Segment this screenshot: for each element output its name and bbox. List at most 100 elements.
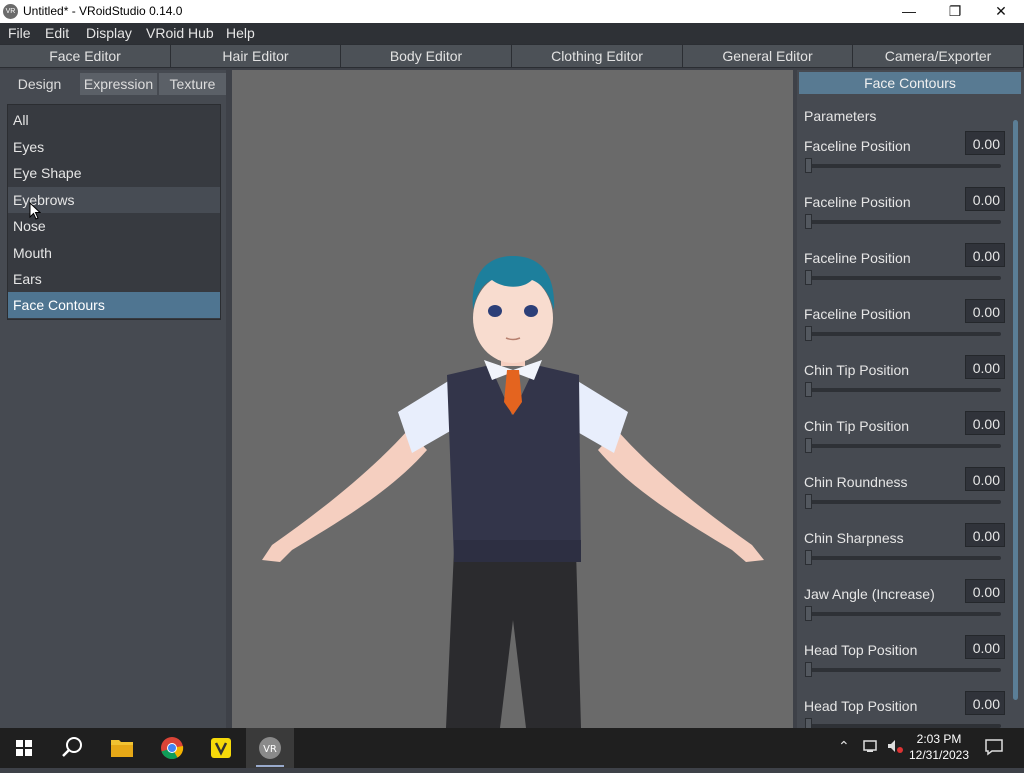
param-row: Head Top Position 0.00 xyxy=(797,691,1012,728)
subtab-texture[interactable]: Texture xyxy=(159,73,226,95)
param-slider-track[interactable] xyxy=(806,276,1001,280)
category-ears[interactable]: Ears xyxy=(8,266,220,292)
3d-viewport[interactable] xyxy=(232,70,793,728)
tab-camera-exporter[interactable]: Camera/Exporter xyxy=(853,45,1024,67)
param-slider-thumb[interactable] xyxy=(805,158,812,173)
parameters-heading: Parameters xyxy=(804,108,877,124)
network-icon[interactable] xyxy=(862,738,880,757)
vroid-hub-icon[interactable] xyxy=(197,728,245,768)
left-panel: Design Expression Texture All Eyes Eye S… xyxy=(0,70,226,728)
left-eye xyxy=(488,305,502,317)
category-all[interactable]: All xyxy=(8,107,220,133)
search-icon[interactable] xyxy=(48,728,96,768)
clock-time: 2:03 PM xyxy=(916,732,962,746)
param-slider-track[interactable] xyxy=(806,444,1001,448)
menu-file[interactable]: File xyxy=(8,25,31,41)
tab-body-editor[interactable]: Body Editor xyxy=(341,45,512,67)
tab-general-editor[interactable]: General Editor xyxy=(683,45,853,67)
maximize-button[interactable]: ❐ xyxy=(932,0,978,23)
param-slider-track[interactable] xyxy=(806,332,1001,336)
svg-text:VR: VR xyxy=(263,744,277,755)
param-slider-track[interactable] xyxy=(806,388,1001,392)
param-slider-thumb[interactable] xyxy=(805,382,812,397)
param-label: Head Top Position xyxy=(804,698,918,714)
window-title: Untitled* - VRoidStudio 0.14.0 xyxy=(23,4,183,18)
subtab-design[interactable]: Design xyxy=(0,73,79,95)
file-explorer-icon[interactable] xyxy=(98,728,146,768)
chrome-icon[interactable] xyxy=(148,728,196,768)
vroid-studio-icon[interactable]: VR xyxy=(246,728,294,768)
right-eye xyxy=(524,305,538,317)
system-clock[interactable]: 2:03 PM 12/31/2023 xyxy=(906,731,972,763)
menu-display[interactable]: Display xyxy=(86,25,132,41)
category-mouth[interactable]: Mouth xyxy=(8,240,220,266)
menu-edit[interactable]: Edit xyxy=(45,25,69,41)
param-slider-thumb[interactable] xyxy=(805,214,812,229)
param-row: Jaw Angle (Increase) 0.00 xyxy=(797,579,1012,635)
chevron-up-icon[interactable]: ⌃ xyxy=(838,738,850,755)
taskbar: VR ⌃ 2:03 PM 12/31/2023 xyxy=(0,728,1024,768)
subtab-expression[interactable]: Expression xyxy=(80,73,157,95)
close-button[interactable]: ✕ xyxy=(978,0,1024,23)
editor-tabs: Face Editor Hair Editor Body Editor Clot… xyxy=(0,44,1024,68)
param-slider-track[interactable] xyxy=(806,164,1001,168)
clock-date: 12/31/2023 xyxy=(908,748,970,762)
param-slider-thumb[interactable] xyxy=(805,606,812,621)
windows-start-icon[interactable] xyxy=(0,728,48,768)
category-eyes[interactable]: Eyes xyxy=(8,134,220,160)
param-slider-thumb[interactable] xyxy=(805,718,812,728)
menu-bar: File Edit Display VRoid Hub Help xyxy=(0,23,1024,44)
param-value-input[interactable]: 0.00 xyxy=(965,411,1005,435)
params-scrollbar[interactable] xyxy=(1013,120,1018,700)
param-slider-track[interactable] xyxy=(806,556,1001,560)
param-slider-thumb[interactable] xyxy=(805,270,812,285)
minimize-button[interactable]: — xyxy=(886,0,932,23)
notification-icon[interactable] xyxy=(984,738,1004,759)
param-slider-track[interactable] xyxy=(806,500,1001,504)
volume-muted-icon[interactable] xyxy=(886,738,904,757)
param-slider-thumb[interactable] xyxy=(805,550,812,565)
tab-face-editor[interactable]: Face Editor xyxy=(0,45,171,67)
mouse-cursor-icon xyxy=(29,202,41,220)
param-slider-track[interactable] xyxy=(806,612,1001,616)
category-eye-shape[interactable]: Eye Shape xyxy=(8,160,220,186)
param-row: Faceline Position 0.00 xyxy=(797,299,1012,355)
param-value-input[interactable]: 0.00 xyxy=(965,467,1005,491)
param-row: Faceline Position 0.00 xyxy=(797,243,1012,299)
param-label: Chin Sharpness xyxy=(804,530,904,546)
category-face-contours[interactable]: Face Contours xyxy=(8,292,220,318)
param-label: Faceline Position xyxy=(804,138,911,154)
param-row: Chin Sharpness 0.00 xyxy=(797,523,1012,579)
param-value-input[interactable]: 0.00 xyxy=(965,243,1005,267)
param-label: Chin Tip Position xyxy=(804,362,910,378)
param-row: Chin Tip Position 0.00 xyxy=(797,355,1012,411)
param-value-input[interactable]: 0.00 xyxy=(965,355,1005,379)
param-value-input[interactable]: 0.00 xyxy=(965,691,1005,715)
pants xyxy=(446,550,581,728)
param-value-input[interactable]: 0.00 xyxy=(965,635,1005,659)
param-slider-thumb[interactable] xyxy=(805,662,812,677)
param-label: Head Top Position xyxy=(804,642,918,658)
param-slider-thumb[interactable] xyxy=(805,494,812,509)
param-label: Faceline Position xyxy=(804,194,911,210)
param-value-input[interactable]: 0.00 xyxy=(965,131,1005,155)
param-value-input[interactable]: 0.00 xyxy=(965,579,1005,603)
right-arm xyxy=(598,430,764,562)
param-label: Chin Roundness xyxy=(804,474,908,490)
panel-header: Face Contours xyxy=(799,72,1021,94)
menu-vroid-hub[interactable]: VRoid Hub xyxy=(146,25,214,41)
param-value-input[interactable]: 0.00 xyxy=(965,523,1005,547)
param-slider-track[interactable] xyxy=(806,668,1001,672)
param-slider-thumb[interactable] xyxy=(805,326,812,341)
param-slider-track[interactable] xyxy=(806,220,1001,224)
param-slider-thumb[interactable] xyxy=(805,438,812,453)
param-label: Jaw Angle (Increase) xyxy=(804,586,935,602)
character-model xyxy=(262,256,764,728)
param-label: Faceline Position xyxy=(804,306,911,322)
menu-help[interactable]: Help xyxy=(226,25,255,41)
tab-hair-editor[interactable]: Hair Editor xyxy=(171,45,341,67)
param-value-input[interactable]: 0.00 xyxy=(965,187,1005,211)
right-panel: Face Contours Parameters Faceline Positi… xyxy=(797,70,1024,728)
param-value-input[interactable]: 0.00 xyxy=(965,299,1005,323)
tab-clothing-editor[interactable]: Clothing Editor xyxy=(512,45,683,67)
